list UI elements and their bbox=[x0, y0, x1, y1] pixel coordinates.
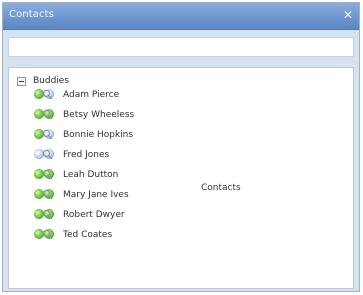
contact-name: Leah Dutton bbox=[63, 170, 119, 180]
presence-status-icon bbox=[34, 168, 62, 182]
presence-status-icon bbox=[34, 228, 62, 242]
presence-status-right-icon bbox=[44, 189, 54, 199]
presence-status-right-icon bbox=[44, 129, 54, 139]
contacts-panel: Buddies Adam Pierce Betsy Wheeless Bonni… bbox=[8, 67, 354, 289]
presence-status-right-icon bbox=[44, 149, 54, 159]
presence-status-left-icon bbox=[34, 229, 44, 239]
contact-item-betsy-wheeless[interactable]: Betsy Wheeless bbox=[34, 107, 134, 123]
contact-item-robert-dwyer[interactable]: Robert Dwyer bbox=[34, 207, 125, 223]
presence-status-left-icon bbox=[34, 169, 44, 179]
presence-status-icon bbox=[34, 128, 62, 142]
window-titlebar[interactable]: Contacts ✕ bbox=[3, 3, 359, 30]
presence-status-left-icon bbox=[34, 129, 44, 139]
presence-status-left-icon bbox=[34, 149, 44, 159]
contact-item-adam-pierce[interactable]: Adam Pierce bbox=[34, 87, 119, 103]
presence-status-left-icon bbox=[34, 109, 44, 119]
presence-status-left-icon bbox=[34, 209, 44, 219]
close-icon[interactable]: ✕ bbox=[341, 8, 355, 22]
contact-item-fred-jones[interactable]: Fred Jones bbox=[34, 147, 109, 163]
presence-status-icon bbox=[34, 88, 62, 102]
contact-item-leah-dutton[interactable]: Leah Dutton bbox=[34, 167, 118, 183]
presence-status-right-icon bbox=[44, 89, 54, 99]
tree-group-label: Buddies bbox=[33, 76, 70, 86]
contact-name: Adam Pierce bbox=[63, 90, 120, 100]
collapse-toggle-icon[interactable] bbox=[17, 76, 26, 86]
contact-name: Fred Jones bbox=[63, 150, 110, 160]
presence-status-right-icon bbox=[44, 109, 54, 119]
presence-status-icon bbox=[34, 148, 62, 162]
tree-group-buddies[interactable]: Buddies bbox=[17, 74, 69, 88]
contact-item-mary-jane-ives[interactable]: Mary Jane Ives bbox=[34, 187, 129, 203]
contact-name: Ted Coates bbox=[63, 230, 113, 240]
contact-item-bonnie-hopkins[interactable]: Bonnie Hopkins bbox=[34, 127, 133, 143]
contact-name: Robert Dwyer bbox=[63, 210, 125, 220]
contact-name: Mary Jane Ives bbox=[63, 190, 129, 200]
contact-item-ted-coates[interactable]: Ted Coates bbox=[34, 227, 112, 243]
presence-status-right-icon bbox=[44, 229, 54, 239]
window-title: Contacts bbox=[9, 9, 54, 20]
contacts-side-label: Contacts bbox=[201, 183, 241, 193]
presence-status-icon bbox=[34, 208, 62, 222]
contacts-window: Contacts ✕ Buddies Adam Pierce Betsy Whe… bbox=[2, 2, 360, 292]
presence-status-left-icon bbox=[34, 189, 44, 199]
contact-name: Betsy Wheeless bbox=[63, 110, 135, 120]
presence-status-icon bbox=[34, 188, 62, 202]
presence-status-icon bbox=[34, 108, 62, 122]
toolbar-strip bbox=[8, 37, 354, 57]
presence-status-right-icon bbox=[44, 169, 54, 179]
presence-status-left-icon bbox=[34, 89, 44, 99]
contact-name: Bonnie Hopkins bbox=[63, 130, 134, 140]
presence-status-right-icon bbox=[44, 209, 54, 219]
